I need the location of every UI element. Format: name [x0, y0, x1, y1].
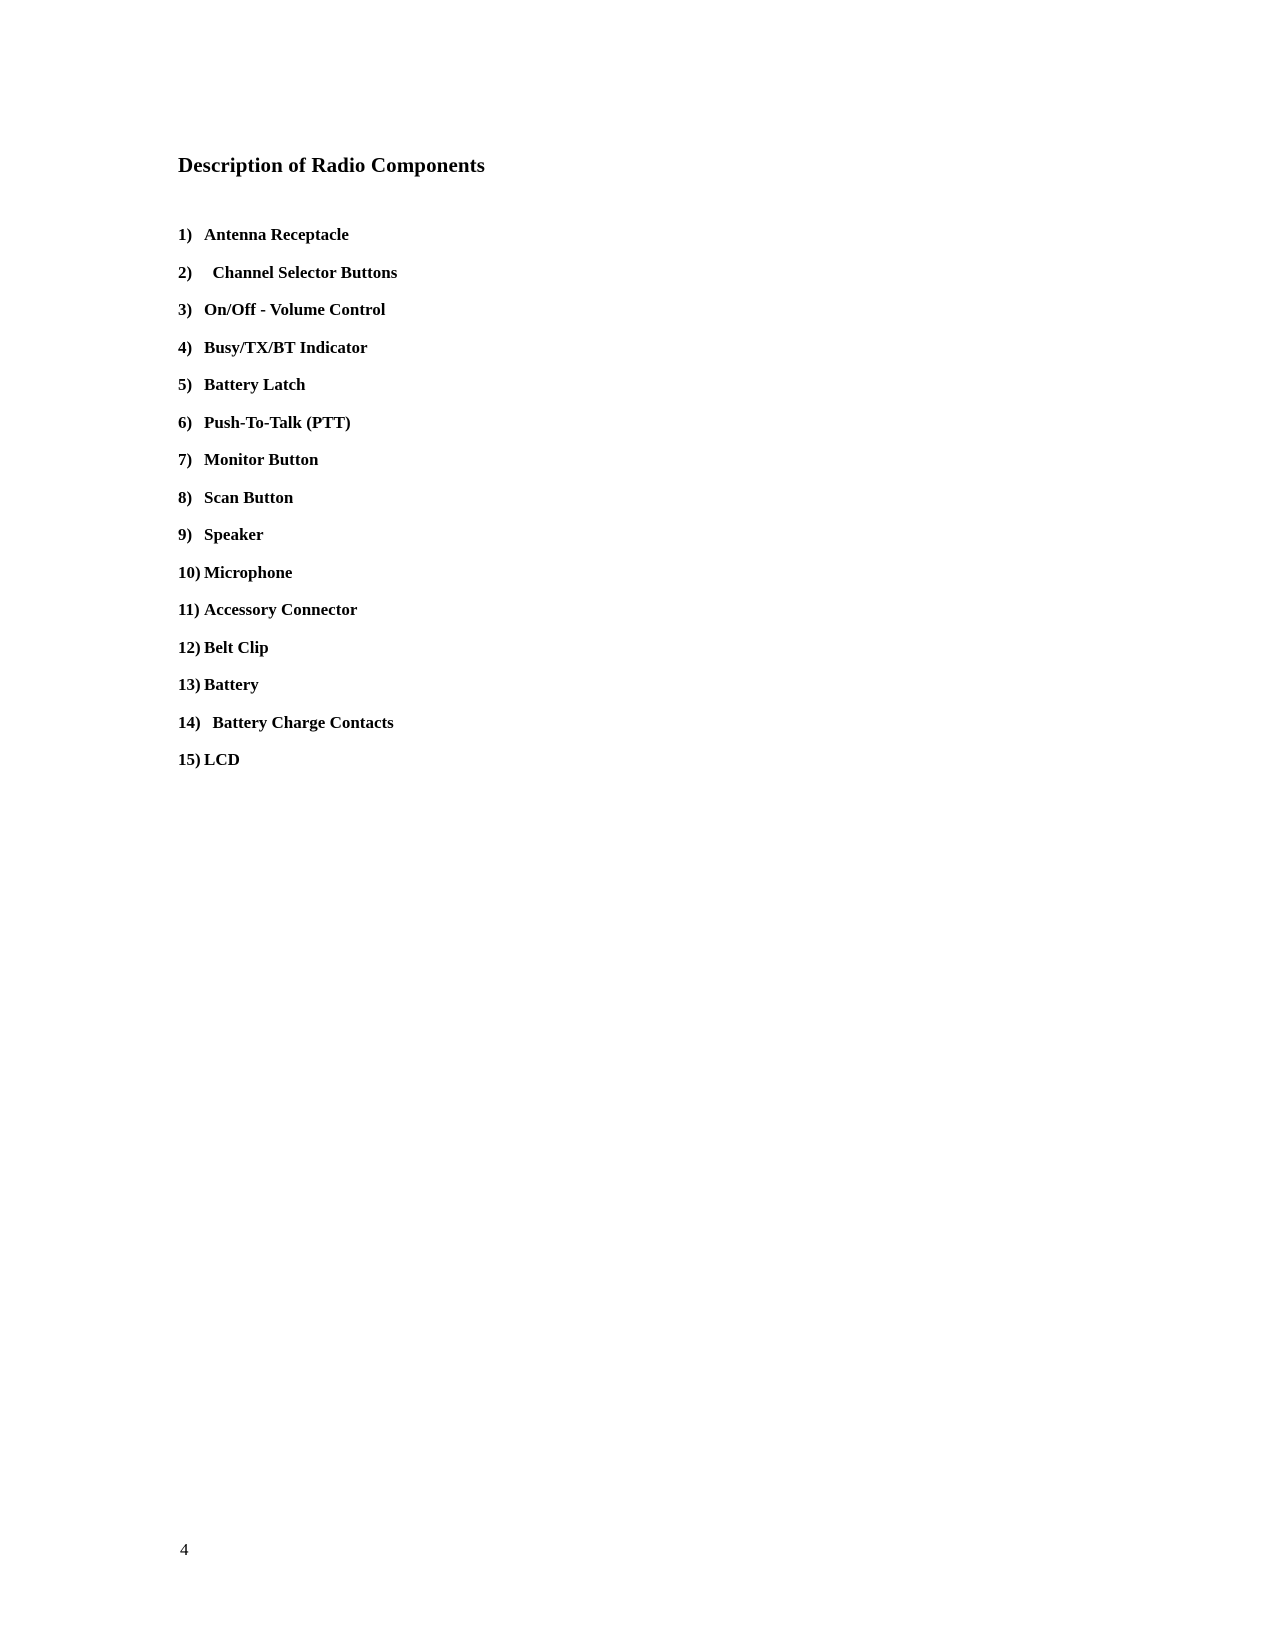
list-item-number: 1)	[178, 225, 193, 244]
list-item: 1) Antenna Receptacle	[178, 216, 1098, 254]
list-item: 12) Belt Clip	[178, 629, 1098, 667]
list-item-label: On/Off - Volume Control	[204, 300, 386, 319]
page-title: Description of Radio Components	[178, 153, 486, 177]
list-item-number: 7)	[178, 450, 193, 469]
page-content: Description of Radio Components 1) Antenn…	[178, 152, 1098, 769]
radio-components-list: 1) Antenna Receptacle 2) Channel Selector…	[178, 216, 1098, 779]
list-item-number: 9)	[178, 525, 193, 544]
list-item: 5) Battery Latch	[178, 366, 1098, 404]
list-item: 14) Battery Charge Contacts	[178, 704, 1098, 742]
list-item: 13) Battery	[178, 666, 1098, 704]
list-item-number: 11)	[178, 600, 200, 619]
list-item-number: 6)	[178, 412, 193, 432]
page-number: 4	[180, 1540, 189, 1559]
list-item: 6) Push-To-Talk (PTT)	[178, 404, 1098, 442]
list-item-number: 3)	[178, 300, 193, 319]
list-item: 4) Busy/TX/BT Indicator	[178, 329, 1098, 367]
list-item-label: Accessory Connector	[204, 600, 358, 619]
list-item-number: 12)	[178, 637, 201, 657]
list-item-label: Speaker	[204, 525, 264, 544]
list-item-label: Channel Selector Buttons	[204, 262, 398, 282]
list-item: 7) Monitor Button	[178, 441, 1098, 479]
list-item-number: 10)	[178, 562, 201, 582]
list-item: 8) Scan Button	[178, 479, 1098, 517]
list-item-label: Belt Clip	[204, 637, 269, 657]
list-item-number: 4)	[178, 337, 193, 357]
list-item-number: 13)	[178, 675, 201, 694]
list-item-number: 5)	[178, 375, 193, 394]
list-item-label: Battery Charge Contacts	[204, 712, 394, 732]
list-item-label: LCD	[204, 750, 240, 769]
list-item-number: 2)	[178, 262, 193, 282]
list-item-number: 14)	[178, 712, 201, 732]
list-item-number: 15)	[178, 750, 201, 769]
list-item-label: Battery	[204, 675, 259, 694]
list-item-label: Monitor Button	[204, 450, 319, 469]
list-item-label: Battery Latch	[204, 375, 306, 394]
document-page: Description of Radio Components 1) Antenn…	[0, 0, 1275, 1651]
list-item-label: Busy/TX/BT Indicator	[204, 337, 368, 357]
list-item: 15) LCD	[178, 741, 1098, 779]
list-item-label: Microphone	[204, 562, 293, 582]
list-item: 3) On/Off - Volume Control	[178, 291, 1098, 329]
list-item-label: Scan Button	[204, 487, 294, 507]
list-item-number: 8)	[178, 487, 193, 507]
list-item: 11) Accessory Connector	[178, 591, 1098, 629]
list-item: 10) Microphone	[178, 554, 1098, 592]
list-item-label: Push-To-Talk (PTT)	[204, 412, 351, 432]
list-item-label: Antenna Receptacle	[204, 225, 349, 244]
list-item: 9) Speaker	[178, 516, 1098, 554]
list-item: 2) Channel Selector Buttons	[178, 254, 1098, 292]
